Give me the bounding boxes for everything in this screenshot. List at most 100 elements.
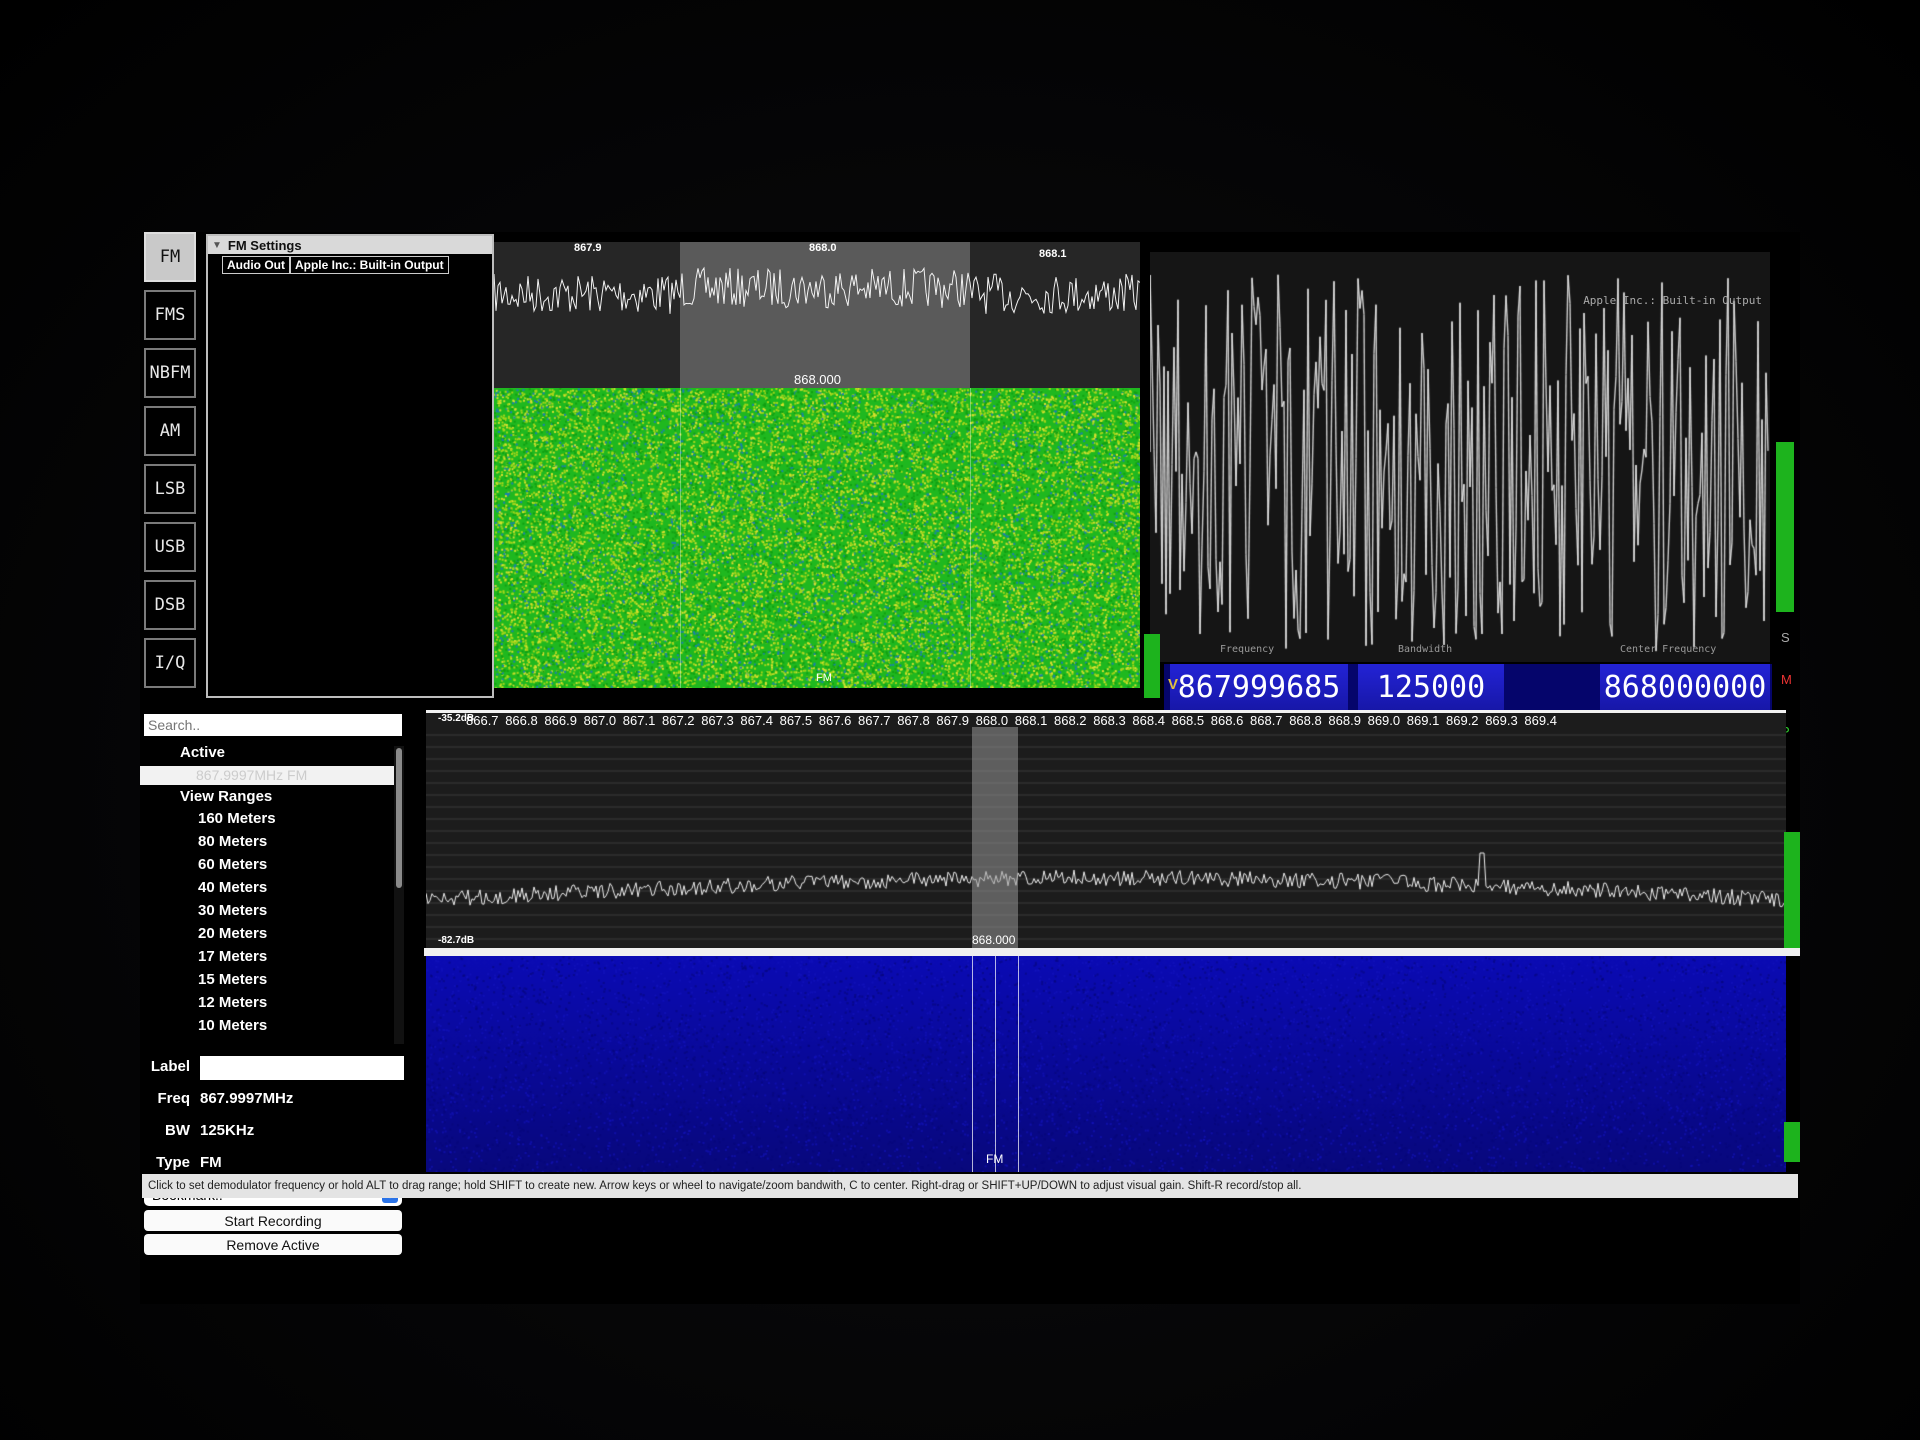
bandwidth-edge-left [680, 388, 681, 688]
scope-canvas [1150, 252, 1770, 662]
type-label: Type [156, 1154, 190, 1171]
main-mode-label: FM [986, 1152, 1004, 1166]
waterfall-divider [424, 948, 1800, 956]
demod-button-lsb[interactable]: LSB [144, 464, 196, 514]
squelch-label[interactable]: S [1781, 630, 1790, 645]
bookmark-search-input[interactable] [144, 714, 402, 736]
audio-out-label: Audio Out [222, 256, 290, 274]
range-item[interactable]: 17 Meters [198, 948, 267, 965]
demod-waterfall[interactable]: FM [494, 388, 1140, 688]
demod-button-am[interactable]: AM [144, 406, 196, 456]
frequency-tick-label: 867.8 [897, 713, 930, 728]
frequency-caption: Frequency [1220, 644, 1275, 655]
bookmark-label-input[interactable] [200, 1056, 404, 1080]
remove-active-button[interactable]: Remove Active [144, 1234, 402, 1255]
collapse-caret-icon[interactable]: ▼ [212, 240, 222, 251]
frequency-tick-label: 868.4 [1132, 713, 1165, 728]
demod-button-fm[interactable]: FM [144, 232, 196, 282]
settings-title: FM Settings [227, 237, 302, 253]
bandwidth-edge-left [972, 956, 973, 1172]
main-waterfall[interactable]: FM [426, 956, 1786, 1172]
demod-button-usb[interactable]: USB [144, 522, 196, 572]
range-item[interactable]: 30 Meters [198, 902, 267, 919]
demod-button-nbfm[interactable]: NBFM [144, 348, 196, 398]
tree-header-active[interactable]: Active [180, 744, 225, 761]
settings-header[interactable]: ▼ FM Settings [208, 236, 492, 254]
frequency-tick-label: 868.8 [1289, 713, 1322, 728]
frequency-tick-label: 867.1 [622, 713, 656, 728]
range-item[interactable]: 80 Meters [198, 833, 267, 850]
center-frequency-value: 868000000 [1603, 669, 1767, 705]
demod-mode-label: FM [816, 672, 832, 684]
demod-center-line [995, 956, 996, 1172]
status-bar: Click to set demodulator frequency or ho… [142, 1174, 1798, 1198]
range-item[interactable]: 40 Meters [198, 879, 267, 896]
range-item[interactable]: 15 Meters [198, 971, 267, 988]
frequency-tick-label: 868.6 [1210, 713, 1244, 728]
frequency-tick-label: 866.9 [544, 713, 577, 728]
frequency-readout-bar: Frequency 867999685 Bandwidth 125000 Cen… [1164, 644, 1772, 710]
demod-bandwidth-highlight [972, 727, 1018, 949]
frequency-tick-label: 867.7 [858, 713, 891, 728]
frequency-tick-label: 868.0 [975, 713, 1009, 728]
frequency-tick-label: 867.9 [936, 713, 969, 728]
demod-spectrum[interactable]: 867.9 868.0 868.1 868.000 [494, 242, 1140, 388]
label-field-label: Label [150, 1058, 190, 1075]
frequency-ticks: 866.7 866.8 866.9 867.0 867.1 867.2 867.3 867.4… [426, 713, 1786, 731]
start-recording-button[interactable]: Start Recording [144, 1210, 402, 1231]
bookmark-tree: Active 867.9997MHz FM View Ranges 160 Me… [140, 738, 410, 1034]
modem-settings-panel: ▼ FM Settings Audio Out Apple Inc.: Buil… [206, 234, 494, 698]
frequency-tick-label: 868.1 [1014, 713, 1048, 728]
bandwidth-edge-right [1018, 956, 1019, 1172]
scope-output-caption: Apple Inc.: Built-in Output [1583, 294, 1762, 307]
frequency-readout[interactable]: Frequency 867999685 [1170, 644, 1348, 710]
frequency-tick-label: 869.3 [1485, 713, 1518, 728]
frequency-tick-label: 867.3 [701, 713, 734, 728]
level-meter [1144, 634, 1160, 698]
audio-out-row: Audio Out Apple Inc.: Built-in Output [222, 256, 492, 274]
frequency-tick-label: 866.8 [505, 713, 538, 728]
range-item[interactable]: 12 Meters [198, 994, 267, 1011]
demod-button-dsb[interactable]: DSB [144, 580, 196, 630]
frequency-tick-label: 868.2 [1054, 713, 1087, 728]
center-frequency-caption: Center Frequency [1620, 644, 1717, 655]
range-item[interactable]: 60 Meters [198, 856, 267, 873]
frequency-tick-label: 869.0 [1367, 713, 1401, 728]
spectrum-gain-meter[interactable] [1784, 832, 1800, 952]
frequency-tick-label: 867.4 [740, 713, 773, 728]
bw-value: 125KHz [200, 1122, 255, 1139]
frequency-value: 867999685 [1177, 669, 1341, 705]
bandwidth-readout[interactable]: Bandwidth 125000 [1358, 644, 1504, 710]
volume-label: V [1168, 676, 1179, 693]
demod-waterfall-canvas [494, 388, 1140, 688]
tree-header-view-ranges[interactable]: View Ranges [180, 788, 272, 805]
range-item[interactable]: 160 Meters [198, 810, 276, 827]
cubicsdr-window: FM FMS NBFM AM LSB USB DSB I/Q ▼ FM Sett… [140, 232, 1800, 1304]
demod-button-iq[interactable]: I/Q [144, 638, 196, 688]
frequency-tick-label: 869.1 [1406, 713, 1440, 728]
freq-label: Freq [157, 1090, 190, 1107]
main-spectrum-canvas [426, 713, 1786, 949]
demod-button-fms[interactable]: FMS [144, 290, 196, 340]
gain-meter[interactable] [1776, 442, 1794, 612]
range-item[interactable]: 20 Meters [198, 925, 267, 942]
demod-spectrum-trace [494, 266, 1140, 315]
bandwidth-caption: Bandwidth [1398, 644, 1453, 655]
bandwidth-value: 125000 [1376, 669, 1486, 705]
db-bottom-label: -82.7dB [438, 935, 475, 946]
bandwidth-edge-right [970, 388, 971, 688]
tree-scrollbar-thumb[interactable] [396, 748, 402, 888]
demodulator-selector: FM FMS NBFM AM LSB USB DSB I/Q [140, 232, 202, 698]
range-item[interactable]: 10 Meters [198, 1017, 267, 1034]
active-bookmark-item[interactable]: 867.9997MHz FM [140, 766, 394, 785]
frequency-tick-label: 868.9 [1328, 713, 1361, 728]
waterfall-speed-meter[interactable] [1784, 1122, 1800, 1162]
audio-scope[interactable]: Apple Inc.: Built-in Output [1150, 252, 1770, 662]
frequency-tick-label: 866.7 [466, 713, 499, 728]
type-value: FM [200, 1154, 222, 1171]
frequency-tick-label: 867.0 [583, 713, 617, 728]
main-spectrum[interactable]: -35.2dB 866.7 866.8 866.9 867.0 867.1 867.2 86… [426, 710, 1786, 949]
audio-out-select[interactable]: Apple Inc.: Built-in Output [289, 256, 449, 274]
center-frequency-readout[interactable]: Center Frequency 868000000 [1600, 644, 1770, 710]
mute-label[interactable]: M [1781, 672, 1792, 687]
